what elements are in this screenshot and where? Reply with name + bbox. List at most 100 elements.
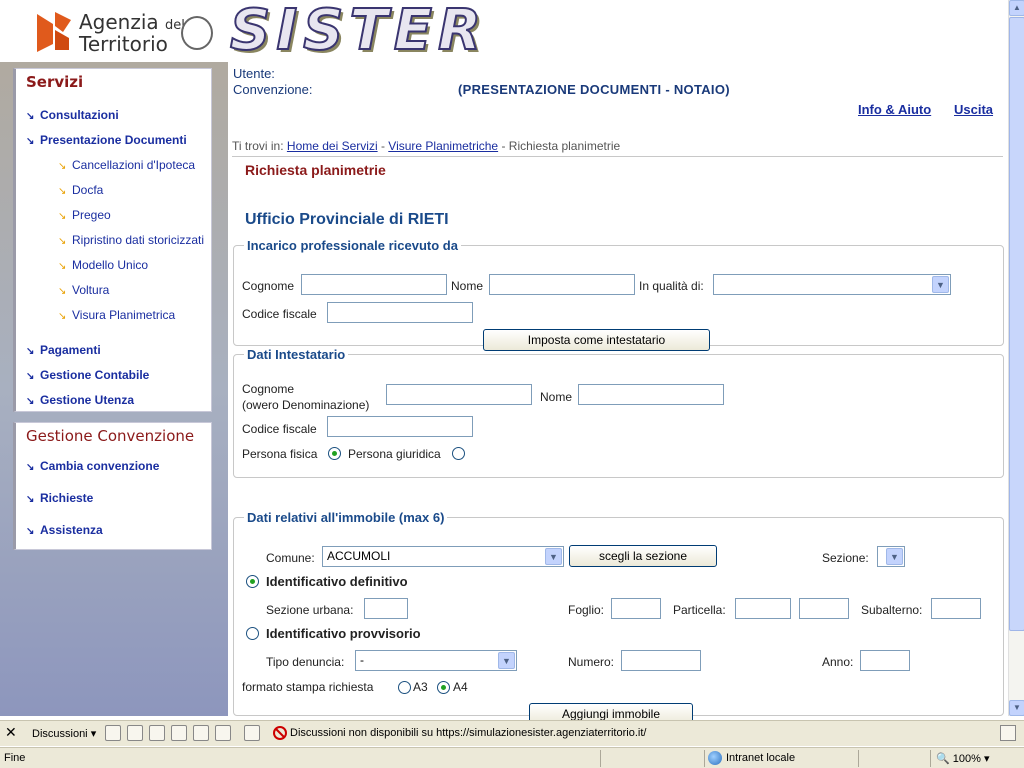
scroll-down-icon[interactable]: ▼: [1009, 700, 1024, 716]
chevron-down-icon: ▼: [498, 652, 515, 669]
identificativo-provvisorio-label: Identificativo provvisorio: [266, 626, 421, 641]
incarico-legend: Incarico professionale ricevuto da: [247, 238, 458, 253]
persona-fisica-label: Persona fisica: [242, 447, 318, 461]
close-icon[interactable]: ✕: [5, 724, 17, 741]
comune-label: Comune:: [266, 551, 315, 565]
persona-fisica-radio[interactable]: [328, 447, 341, 460]
arrow-icon: ↘: [26, 494, 35, 505]
no-entry-icon: [273, 726, 287, 740]
tipo-denuncia-select[interactable]: - ▼: [355, 650, 517, 671]
comune-select[interactable]: ACCUMOLI ▼: [322, 546, 564, 567]
security-zone[interactable]: Intranet locale: [708, 751, 795, 765]
sidebar-item-gestione-utenza[interactable]: ↘ Gestione Utenza: [26, 393, 134, 407]
particella-input-2[interactable]: [799, 598, 849, 619]
tipo-denuncia-label: Tipo denuncia:: [266, 655, 345, 669]
incarico-fieldset: Incarico professionale ricevuto da Cogno…: [233, 238, 1004, 351]
globe-icon: [708, 751, 722, 765]
immobile-fieldset: Dati relativi all'immobile (max 6) Comun…: [233, 510, 1004, 725]
sidebar-item-consultazioni[interactable]: ↘ Consultazioni: [26, 108, 119, 122]
status-divider: [704, 750, 705, 767]
sezione-select[interactable]: ▼: [877, 546, 905, 567]
arrow-icon: ↘: [26, 396, 35, 407]
discussion-tool-icon[interactable]: [171, 725, 187, 741]
sidebar-item-cambia-convenzione[interactable]: ↘ Cambia convenzione: [26, 459, 159, 473]
info-aiuto-link[interactable]: Info & Aiuto: [858, 102, 931, 117]
discussion-bar: ✕ Discussioni ▾ Discussioni non disponib…: [0, 720, 1024, 746]
sezione-label: Sezione:: [822, 551, 869, 565]
intestatario-codice-fiscale-label: Codice fiscale: [242, 422, 317, 436]
uscita-link[interactable]: Uscita: [954, 102, 993, 117]
convenzione-value: (PRESENTAZIONE DOCUMENTI - NOTAIO): [458, 82, 730, 97]
scroll-thumb[interactable]: [1009, 17, 1024, 631]
particella-input-1[interactable]: [735, 598, 791, 619]
incarico-cognome-input[interactable]: [301, 274, 447, 295]
sidebar-subitem-pregeo[interactable]: ↘ Pregeo: [58, 208, 111, 222]
sidebar-subitem-modello-unico[interactable]: ↘ Modello Unico: [58, 258, 148, 272]
formato-a4-radio[interactable]: [437, 681, 450, 694]
arrow-icon: ↘: [58, 211, 67, 222]
qualita-select[interactable]: ▼: [713, 274, 951, 295]
discussioni-menu[interactable]: Discussioni ▾: [32, 727, 96, 740]
scroll-up-icon[interactable]: ▲: [1009, 0, 1024, 16]
status-divider: [930, 750, 931, 767]
header: Agenzia del Territorio SISTER: [0, 0, 1008, 62]
sidebar-subitem-docfa[interactable]: ↘ Docfa: [58, 183, 103, 197]
intestatario-codice-fiscale-input[interactable]: [327, 416, 473, 437]
arrow-icon: ↘: [26, 526, 35, 537]
sidebar-subitem-ripristino[interactable]: ↘ Ripristino dati storicizzati: [58, 233, 204, 247]
intestatario-cognome-input[interactable]: [386, 384, 532, 405]
foglio-label: Foglio:: [568, 603, 605, 617]
incarico-codice-fiscale-input[interactable]: [327, 302, 473, 323]
sidebar-subitem-voltura[interactable]: ↘ Voltura: [58, 283, 109, 297]
discussion-tool-icon[interactable]: [127, 725, 143, 741]
status-text: Fine: [4, 752, 26, 764]
sidebar-item-pagamenti[interactable]: ↘ Pagamenti: [26, 343, 101, 357]
discussion-tool-icon[interactable]: [215, 725, 231, 741]
intestatario-nome-input[interactable]: [578, 384, 724, 405]
anno-input[interactable]: [860, 650, 910, 671]
arrow-icon: ↘: [58, 161, 67, 172]
breadcrumb-visure-link[interactable]: Visure Planimetriche: [388, 139, 498, 153]
identificativo-provvisorio-radio[interactable]: [246, 627, 259, 640]
chevron-down-icon: ▼: [545, 548, 562, 565]
discussion-tool-icon[interactable]: [105, 725, 121, 741]
gestione-convenzione-menu: Gestione Convenzione ↘ Cambia convenzione…: [13, 422, 212, 550]
sezione-urbana-label: Sezione urbana:: [266, 603, 354, 617]
sidebar-item-presentazione-documenti[interactable]: ↘ Presentazione Documenti: [26, 133, 187, 147]
sidebar-subitem-visura-planimetrica[interactable]: ↘ Visura Planimetrica: [58, 308, 175, 322]
discussion-options-icon[interactable]: [1000, 725, 1016, 741]
foglio-input[interactable]: [611, 598, 661, 619]
subalterno-input[interactable]: [931, 598, 981, 619]
sidebar: Servizi ↘ Consultazioni ↘ Presentazione Do…: [0, 62, 228, 716]
persona-giuridica-radio[interactable]: [452, 447, 465, 460]
discussion-tool-icon[interactable]: [244, 725, 260, 741]
breadcrumb-home-link[interactable]: Home dei Servizi: [287, 139, 378, 153]
identificativo-definitivo-label: Identificativo definitivo: [266, 574, 408, 589]
cognome-label: Cognome: [242, 279, 295, 293]
vertical-scrollbar[interactable]: ▲ ▼: [1008, 0, 1024, 716]
sidebar-item-assistenza[interactable]: ↘ Assistenza: [26, 523, 103, 537]
identificativo-definitivo-radio[interactable]: [246, 575, 259, 588]
sezione-urbana-input[interactable]: [364, 598, 408, 619]
numero-input[interactable]: [621, 650, 701, 671]
browser-window: Agenzia del Territorio SISTER Servizi ↘ C…: [0, 0, 1024, 768]
zoom-level[interactable]: 🔍 100% ▾: [936, 752, 989, 765]
sidebar-subitem-cancellazioni[interactable]: ↘ Cancellazioni d'Ipoteca: [58, 158, 195, 172]
scegli-sezione-button[interactable]: scegli la sezione: [569, 545, 717, 567]
ufficio-title: Ufficio Provinciale di RIETI: [245, 211, 449, 228]
convenzione-label: Convenzione:: [233, 82, 313, 97]
discussion-tool-icon[interactable]: [149, 725, 165, 741]
formato-a3-radio[interactable]: [398, 681, 411, 694]
chevron-down-icon: ▼: [932, 276, 949, 293]
sidebar-item-gestione-contabile[interactable]: ↘ Gestione Contabile: [26, 368, 149, 382]
arrow-icon: ↘: [26, 111, 35, 122]
arrow-icon: ↘: [58, 186, 67, 197]
arrow-icon: ↘: [26, 371, 35, 382]
agenzia-logo[interactable]: Agenzia del Territorio: [33, 8, 223, 56]
incarico-nome-input[interactable]: [489, 274, 635, 295]
status-bar: Fine Intranet locale 🔍 100% ▾: [0, 747, 1024, 768]
sidebar-item-richieste[interactable]: ↘ Richieste: [26, 491, 93, 505]
discussion-tool-icon[interactable]: [193, 725, 209, 741]
breadcrumb-separator: -: [377, 139, 389, 153]
status-divider: [858, 750, 859, 767]
